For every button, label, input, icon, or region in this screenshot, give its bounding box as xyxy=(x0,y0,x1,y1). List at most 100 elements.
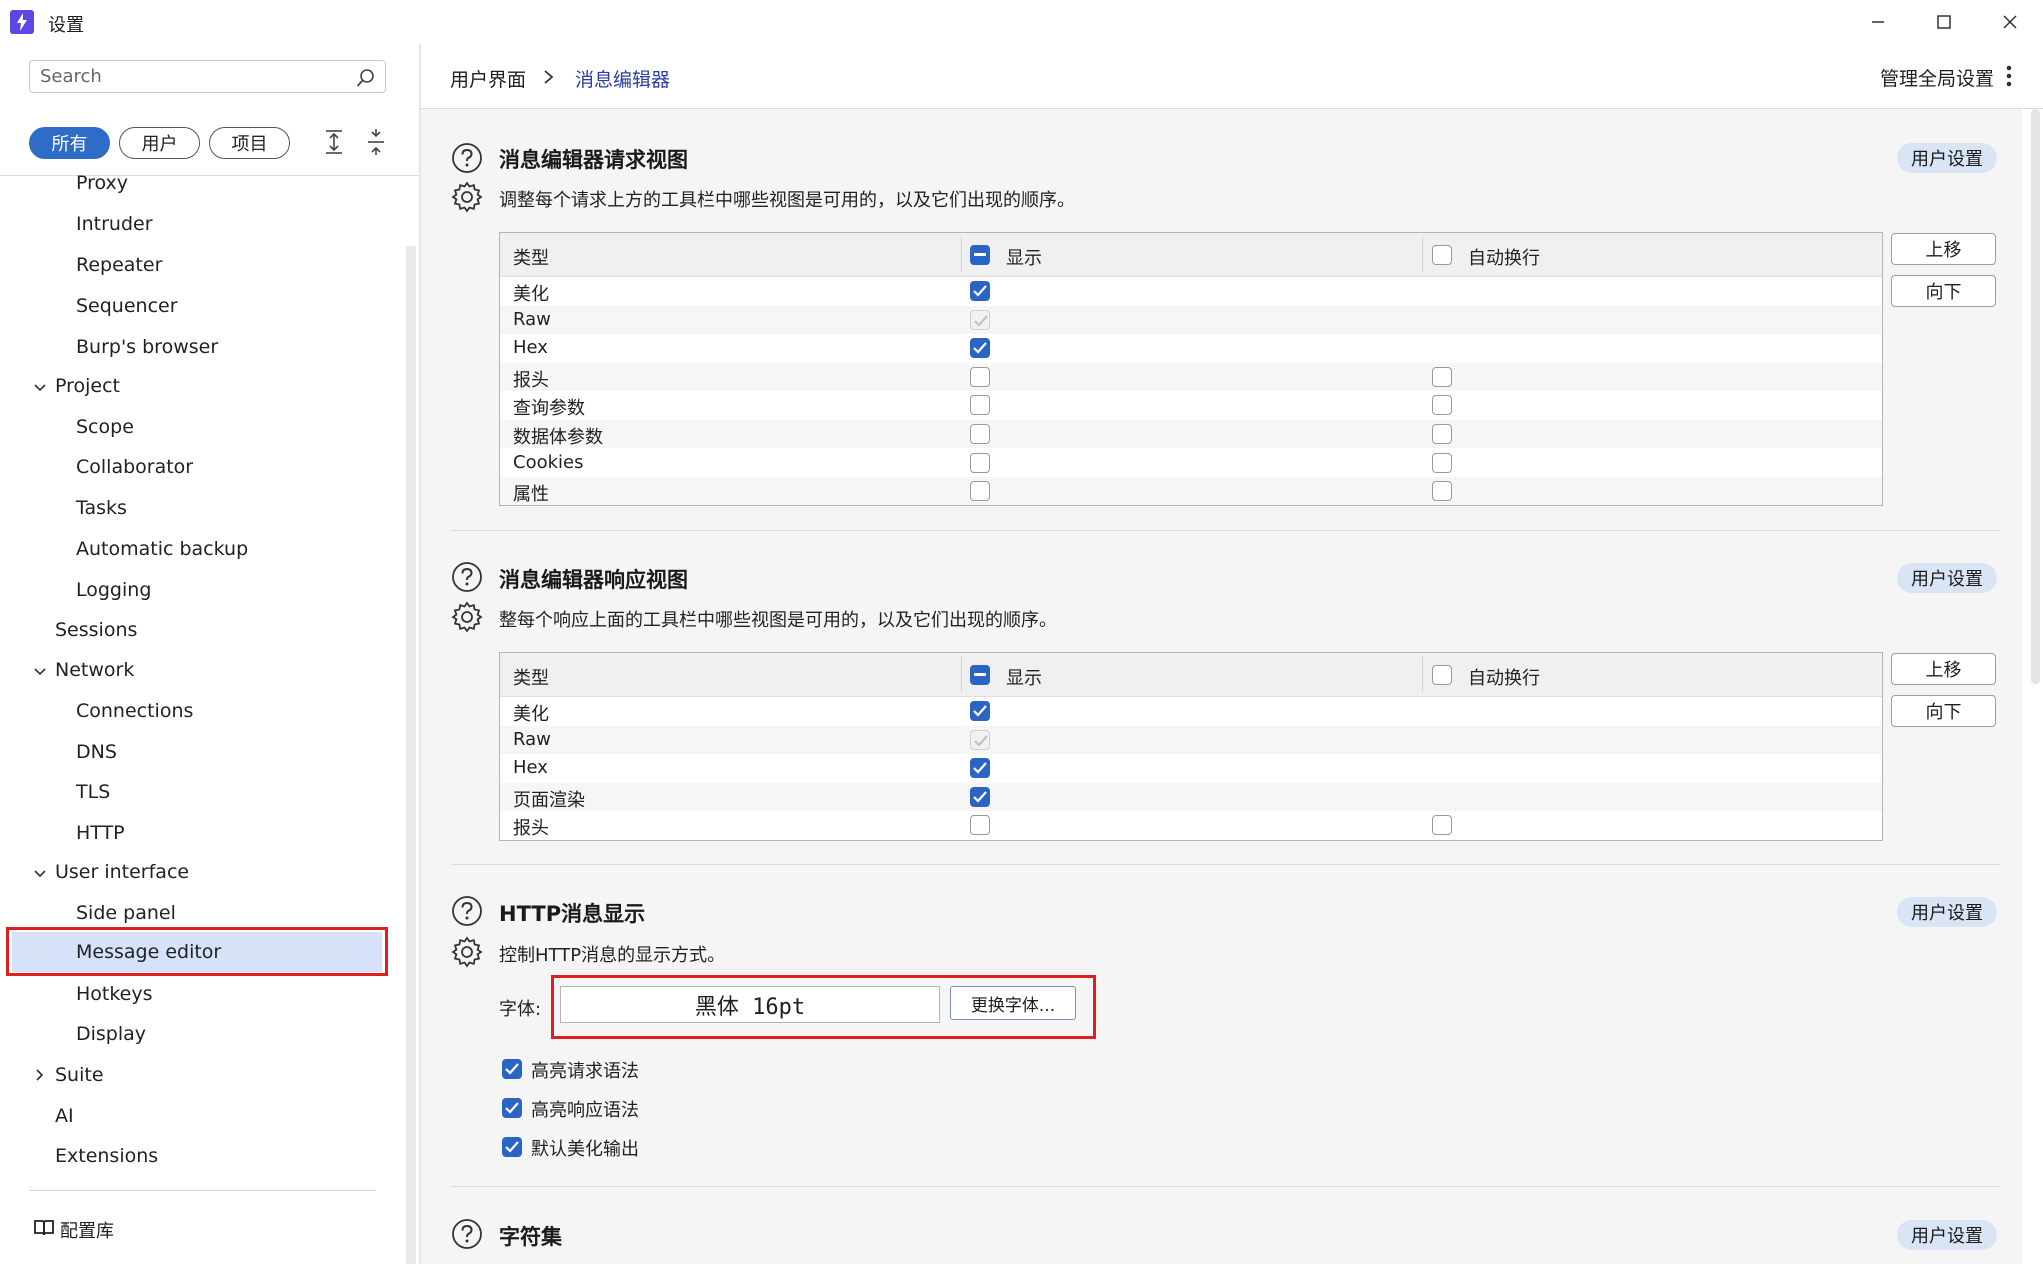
wrap-checkbox[interactable] xyxy=(1432,424,1452,444)
show-all-checkbox[interactable] xyxy=(970,665,990,685)
help-icon[interactable] xyxy=(451,561,483,593)
help-icon[interactable] xyxy=(451,142,483,174)
wrap-all-checkbox[interactable] xyxy=(1432,665,1452,685)
show-checkbox[interactable] xyxy=(970,758,990,779)
search-icon[interactable] xyxy=(355,67,377,89)
column-divider[interactable] xyxy=(1422,657,1423,692)
expand-all-icon[interactable] xyxy=(320,128,348,156)
show-checkbox[interactable] xyxy=(970,366,990,387)
gear-icon[interactable] xyxy=(451,936,483,968)
sidebar-item-tls[interactable]: TLS xyxy=(76,781,110,803)
table-row[interactable]: 美化 xyxy=(500,697,1882,725)
table-row[interactable]: Raw xyxy=(500,725,1882,754)
table-row[interactable]: Hex xyxy=(500,334,1882,362)
more-options-icon[interactable] xyxy=(2004,64,2014,88)
show-checkbox[interactable] xyxy=(970,815,990,836)
show-checkbox[interactable] xyxy=(970,338,990,359)
table-row[interactable]: Cookies xyxy=(500,449,1882,477)
chevron-down-icon[interactable] xyxy=(33,867,47,881)
sidebar-item-hotkeys[interactable]: Hotkeys xyxy=(76,983,153,1005)
show-checkbox[interactable] xyxy=(970,424,990,444)
default-pretty-checkbox[interactable] xyxy=(502,1137,522,1157)
table-row[interactable]: Hex xyxy=(500,754,1882,782)
user-settings-badge[interactable]: 用户设置 xyxy=(1897,897,1997,927)
show-checkbox[interactable] xyxy=(970,701,990,721)
manage-global-settings-button[interactable]: 管理全局设置 xyxy=(1880,64,1994,91)
show-checkbox[interactable] xyxy=(970,395,990,416)
config-library-link[interactable]: 配置库 xyxy=(60,1217,114,1243)
highlight-request-label[interactable]: 高亮请求语法 xyxy=(531,1057,639,1083)
user-settings-badge[interactable]: 用户设置 xyxy=(1897,563,1997,593)
sidebar-item-sequencer[interactable]: Sequencer xyxy=(76,295,178,317)
sidebar-item-repeater[interactable]: Repeater xyxy=(76,254,162,276)
sidebar-item-automatic-backup[interactable]: Automatic backup xyxy=(76,538,248,560)
sidebar-item-sessions[interactable]: Sessions xyxy=(55,619,137,641)
sidebar-item-ai[interactable]: AI xyxy=(55,1105,74,1127)
collapse-all-icon[interactable] xyxy=(362,128,390,156)
sidebar-item-collaborator[interactable]: Collaborator xyxy=(76,456,193,478)
wrap-checkbox[interactable] xyxy=(1432,481,1452,502)
column-header-type[interactable]: 类型 xyxy=(513,664,549,690)
user-settings-badge[interactable]: 用户设置 xyxy=(1897,143,1997,173)
move-up-button[interactable]: 上移 xyxy=(1891,233,1996,265)
column-header-wrap[interactable]: 自动换行 xyxy=(1468,244,1540,270)
show-checkbox[interactable] xyxy=(970,281,990,301)
gear-icon[interactable] xyxy=(451,181,483,213)
wrap-checkbox[interactable] xyxy=(1432,366,1452,387)
sidebar-item-extensions[interactable]: Extensions xyxy=(55,1145,158,1167)
chevron-right-icon[interactable] xyxy=(33,1068,47,1082)
wrap-checkbox[interactable] xyxy=(1432,395,1452,416)
sidebar-item-proxy[interactable]: Proxy xyxy=(76,172,128,194)
sidebar-item-connections[interactable]: Connections xyxy=(76,700,193,722)
move-down-button[interactable]: 向下 xyxy=(1891,275,1996,307)
column-header-type[interactable]: 类型 xyxy=(513,244,549,270)
column-divider[interactable] xyxy=(961,237,962,272)
sidebar-item-tasks[interactable]: Tasks xyxy=(76,497,127,519)
help-icon[interactable] xyxy=(451,1218,483,1250)
column-divider[interactable] xyxy=(961,657,962,692)
close-icon[interactable] xyxy=(1988,6,2032,38)
table-row[interactable]: 报头 xyxy=(500,811,1882,839)
main-scrollbar-thumb[interactable] xyxy=(2031,109,2040,684)
sidebar-item-dns[interactable]: DNS xyxy=(76,741,117,763)
sidebar-item-burps-browser[interactable]: Burp's browser xyxy=(76,336,218,358)
sidebar-item-display[interactable]: Display xyxy=(76,1023,146,1045)
minimize-icon[interactable] xyxy=(1856,6,1900,38)
chevron-down-icon[interactable] xyxy=(33,665,47,679)
search-box[interactable] xyxy=(29,60,386,93)
table-row[interactable]: 数据体参数 xyxy=(500,420,1882,448)
table-row[interactable]: 页面渲染 xyxy=(500,782,1882,811)
sidebar-item-project[interactable]: Project xyxy=(55,375,120,397)
sidebar-item-side-panel[interactable]: Side panel xyxy=(76,902,176,924)
sidebar-item-suite[interactable]: Suite xyxy=(55,1064,104,1086)
highlight-request-checkbox[interactable] xyxy=(502,1059,522,1079)
table-row[interactable]: 美化 xyxy=(500,277,1882,305)
breadcrumb-parent[interactable]: 用户界面 xyxy=(450,65,526,92)
sidebar-scrollbar[interactable] xyxy=(406,246,416,1264)
table-row[interactable]: 查询参数 xyxy=(500,391,1882,419)
chevron-down-icon[interactable] xyxy=(33,381,47,395)
highlight-response-label[interactable]: 高亮响应语法 xyxy=(531,1096,639,1122)
move-down-button[interactable]: 向下 xyxy=(1891,695,1996,727)
filter-user-button[interactable]: 用户 xyxy=(119,127,200,159)
sidebar-item-http[interactable]: HTTP xyxy=(76,822,125,844)
table-row[interactable]: Raw xyxy=(500,305,1882,334)
table-row[interactable]: 报头 xyxy=(500,362,1882,391)
column-header-show[interactable]: 显示 xyxy=(1006,664,1042,690)
default-pretty-label[interactable]: 默认美化输出 xyxy=(531,1135,639,1161)
show-all-checkbox[interactable] xyxy=(970,245,990,265)
table-row[interactable]: 属性 xyxy=(500,477,1882,505)
wrap-checkbox[interactable] xyxy=(1432,452,1452,473)
move-up-button[interactable]: 上移 xyxy=(1891,653,1996,685)
highlight-response-checkbox[interactable] xyxy=(502,1098,522,1118)
filter-all-button[interactable]: 所有 xyxy=(29,127,110,159)
show-checkbox[interactable] xyxy=(970,481,990,502)
show-checkbox[interactable] xyxy=(970,786,990,807)
wrap-all-checkbox[interactable] xyxy=(1432,245,1452,265)
sidebar-item-user-interface[interactable]: User interface xyxy=(55,861,189,883)
wrap-checkbox[interactable] xyxy=(1432,815,1452,836)
user-settings-badge[interactable]: 用户设置 xyxy=(1897,1220,1997,1250)
column-header-show[interactable]: 显示 xyxy=(1006,244,1042,270)
column-divider[interactable] xyxy=(1422,237,1423,272)
sidebar-item-network[interactable]: Network xyxy=(55,659,134,681)
